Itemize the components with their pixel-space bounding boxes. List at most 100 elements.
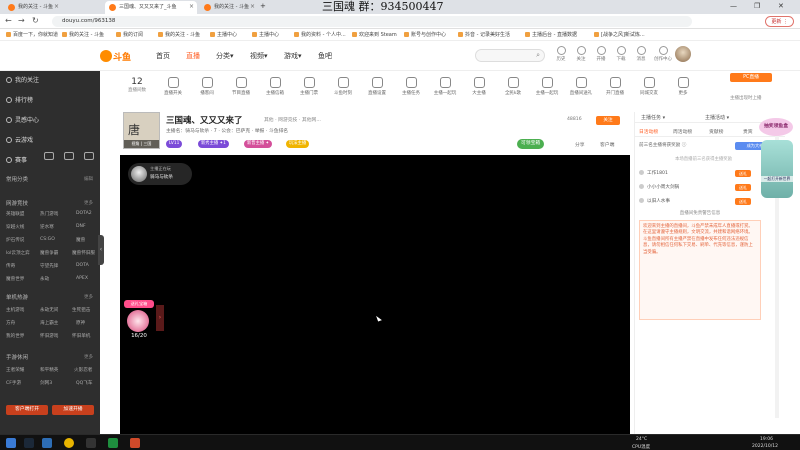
bookmark-item[interactable]: 欢迎来到 Steam [352,31,397,38]
category-link[interactable]: 魔兽 [76,237,85,243]
history-button[interactable]: 历史 [552,46,570,62]
category-link[interactable]: 王者荣耀 [6,367,24,373]
app-icon[interactable] [108,438,118,448]
sidebar-item-cloud-game[interactable]: 云游戏 [6,135,33,144]
share-button[interactable]: 分享 [575,141,585,148]
pc-live-button[interactable]: PC直播 [730,73,772,82]
category-link[interactable]: 魔兽世界 [6,276,24,282]
room-category[interactable]: 其他 · 网游竞技 · 其他网... [264,116,321,123]
bookmark-item[interactable]: 抖音 - 记录美好生活 [458,31,510,38]
windows-start-icon[interactable] [6,438,16,448]
toolbar-item[interactable]: 主播任务 [396,77,426,96]
game-shortcut-icon[interactable] [64,152,74,160]
forward-icon[interactable]: → [18,16,25,25]
sidebar-collapse-handle[interactable]: ‹ [98,235,104,265]
obs-icon[interactable] [86,438,96,448]
reload-icon[interactable]: ↻ [32,16,39,25]
toolbar-item[interactable]: 斗鱼时刻 [328,77,358,96]
category-link[interactable]: 海上霸主 [40,320,58,326]
category-link[interactable]: DOTA2 [76,211,92,216]
more-link[interactable]: 更多 [84,200,93,206]
search-input[interactable]: ⌕ [475,49,545,62]
sidebar-item-ranking[interactable]: 排行榜 [6,95,33,104]
category-link[interactable]: 怀旧单机 [72,333,90,339]
category-link[interactable]: 怀旧游戏 [40,333,58,339]
chrome-icon[interactable] [64,438,74,448]
status-badge[interactable]: 新晋主播 ✦ [244,140,273,148]
user-avatar[interactable] [675,46,691,62]
category-link[interactable]: 魔兽怀旧服 [72,250,95,256]
bookmark-item[interactable]: 我的资料 - 个人中... [294,31,346,38]
video-player[interactable]: 主播正在玩 骑马与砍杀 送礼宝箱 16/20 › [120,155,630,435]
event-banner[interactable]: 抽奖领鱼盒 一起打开新世界 [757,118,797,210]
category-link[interactable]: CS:GO [40,237,55,242]
category-link[interactable]: lol云顶之弈 [6,250,30,256]
game-shortcut-icon[interactable] [44,152,54,160]
follow-button[interactable]: 关注 [596,116,620,125]
back-icon[interactable]: ← [5,16,12,25]
toolbar-item[interactable]: 主播一起玩 [430,77,460,96]
browser-tab[interactable]: 我的关注 - 斗鱼 × [4,1,62,14]
more-link[interactable]: 更多 [84,354,93,360]
list-item[interactable]: 以旧人水事 送礼 [639,198,759,208]
room-avatar[interactable]: 唐 视角 | 三国 [123,112,160,149]
quick-live-button[interactable]: 加速开播 [52,405,94,415]
category-link[interactable]: 方舟 [6,320,15,326]
bookmark-item[interactable]: 主播中心 [210,31,237,38]
toolbar-item[interactable]: 直播设置 [362,77,392,96]
chevron-right-icon[interactable]: › [156,305,164,331]
toolbar-item[interactable]: 主播一起玩 [532,77,562,96]
toolbar-item[interactable]: 播客间 [192,77,222,96]
category-link[interactable]: 剑网3 [40,380,52,386]
sidebar-item-inspiration[interactable]: 灵感中心 [6,115,39,124]
toolbar-item[interactable]: 直播间送礼 [566,77,596,96]
messages-button[interactable]: 消息 [632,46,650,62]
follow-list-button[interactable]: 关注 [572,46,590,62]
bookmark-item[interactable]: [战争之风]新试炼... [594,31,645,38]
close-tab-icon[interactable]: × [54,1,59,13]
app-icon[interactable] [42,438,52,448]
nav-video[interactable]: 视频▾ [250,51,268,61]
sidebar-item-following[interactable]: 我的关注 [6,75,39,84]
toolbar-item[interactable]: 主播信箱 [260,77,290,96]
toolbar-item[interactable]: 同城交友 [634,77,664,96]
search-icon[interactable]: ⌕ [536,51,540,60]
creator-center-button[interactable]: 创作中心 [652,46,674,62]
category-link[interactable]: DNF [76,224,86,229]
tab-vip[interactable]: 贵宾 [743,128,753,135]
game-shortcut-icon[interactable] [84,152,94,160]
bookmark-item[interactable]: 账号与创作中心 [404,31,446,38]
list-item[interactable]: 小小小周大剑锅 送礼 [639,184,759,194]
nav-category[interactable]: 分类▾ [216,51,234,61]
download-button[interactable]: 下载 [612,46,630,62]
status-badge[interactable]: 玩法主播 [286,140,310,148]
maximize-icon[interactable]: ❐ [754,2,760,10]
category-link[interactable]: 永劫 [40,276,49,282]
close-window-icon[interactable]: ✕ [778,2,784,10]
app-icon[interactable] [130,438,140,448]
nav-yuba[interactable]: 鱼吧 [318,51,332,61]
toolbar-item[interactable]: 大主播 [464,77,494,96]
tab-weekly[interactable]: 周活动榜 [673,128,692,135]
open-client-button[interactable]: 客户端打开 [6,405,48,415]
clock-date[interactable]: 2022/10/12 [752,444,778,449]
treasure-box-button[interactable]: 可领宝箱 [517,139,545,149]
new-tab-icon[interactable]: + [260,2,266,10]
category-link[interactable]: 永劫无间 [40,307,58,313]
bookmark-item[interactable]: 主播后台 - 直播数据 [525,31,577,38]
tab-anchor-activity[interactable]: 主播活动 ▾ [705,114,729,121]
close-tab-icon[interactable]: × [250,1,255,13]
toolbar-item[interactable]: 更多 [668,77,698,96]
update-button[interactable]: 更新 ⋮ [765,16,794,27]
bookmark-item[interactable]: 我的订阅 [116,31,143,38]
sidebar-item-esports[interactable]: 赛事 [6,155,27,164]
category-link[interactable]: 逆水寒 [40,224,54,230]
category-link[interactable]: 生死狙击 [72,307,90,313]
gift-box-widget[interactable]: 送礼宝箱 16/20 [124,300,154,342]
steam-icon[interactable] [24,438,34,448]
more-link[interactable]: 更多 [84,294,93,300]
category-link[interactable]: 守望先锋 [40,263,58,269]
toolbar-item[interactable]: 直播开关 [158,77,188,96]
category-link[interactable]: APEX [76,276,88,281]
browser-tab-active[interactable]: 三国魂、又又又来了_斗鱼 × [105,1,197,14]
